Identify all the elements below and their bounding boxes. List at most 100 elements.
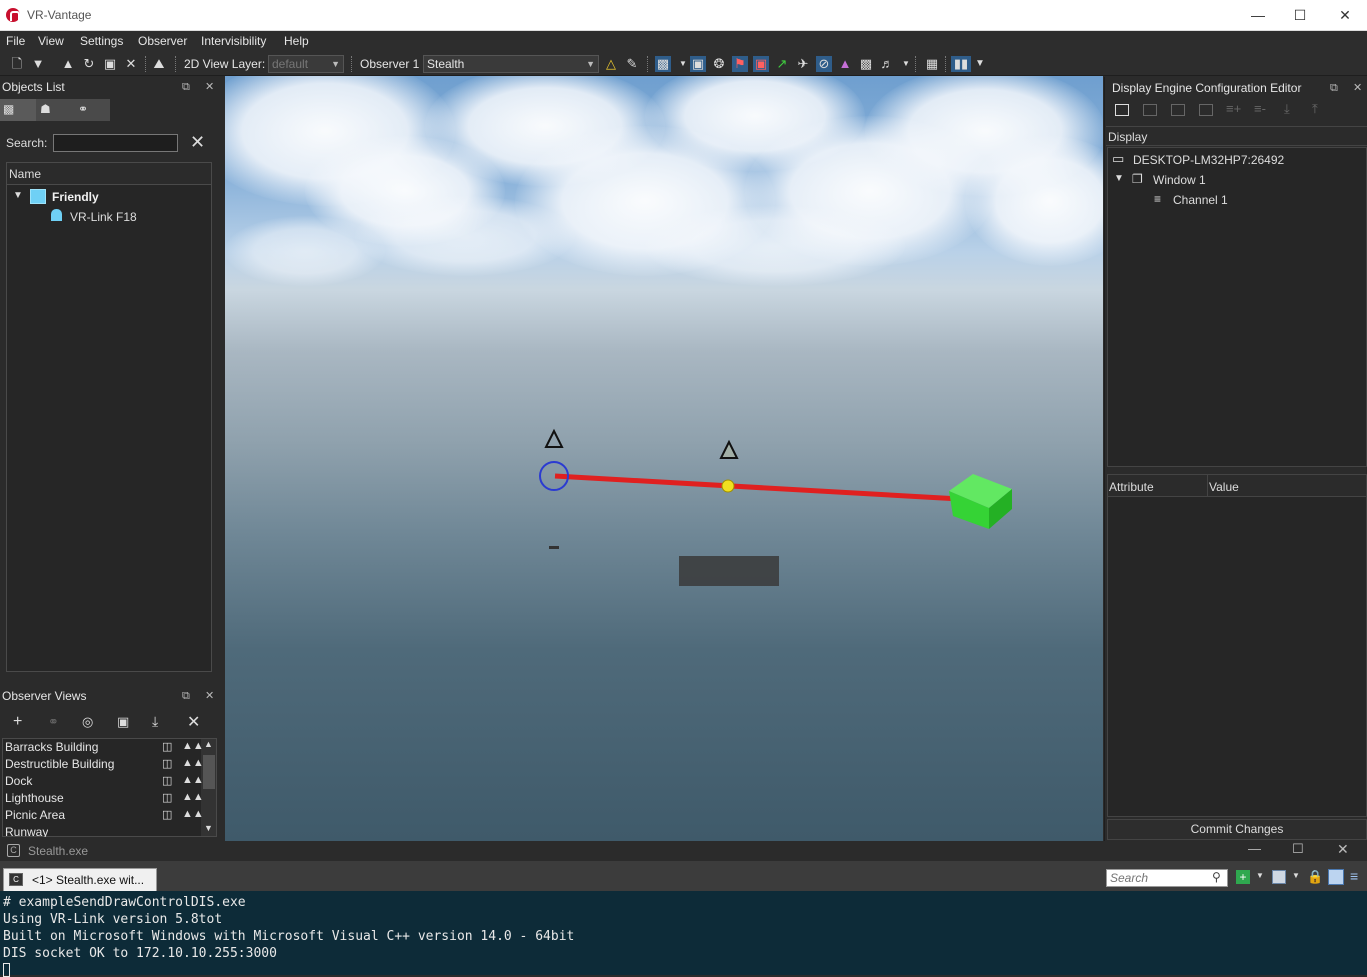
copy-icon[interactable] bbox=[1199, 104, 1213, 116]
sensor-cone-icon[interactable]: ▲ bbox=[837, 56, 853, 72]
object-search-input[interactable] bbox=[53, 134, 178, 152]
tree-channel-1[interactable]: Channel 1 bbox=[1173, 193, 1228, 207]
terrain-view-icon[interactable]: ▲▲ bbox=[182, 757, 204, 769]
export-icon[interactable]: ⤒ bbox=[1312, 101, 1318, 117]
minimize-button[interactable]: — bbox=[1235, 4, 1281, 26]
split-view-icon[interactable] bbox=[1328, 869, 1344, 885]
menu-icon[interactable]: ≡ bbox=[1350, 868, 1358, 884]
sound-dropdown-icon[interactable]: ▼ bbox=[898, 56, 914, 72]
value-column-header[interactable]: Value bbox=[1209, 480, 1239, 494]
add-view-icon[interactable]: + bbox=[13, 713, 22, 731]
hide-icon[interactable]: ◎ bbox=[82, 714, 93, 730]
tree-group-friendly[interactable]: Friendly bbox=[52, 190, 99, 204]
measure-icon[interactable]: ✎ bbox=[624, 56, 640, 72]
display-editor-close-icon[interactable]: ✕ bbox=[1353, 81, 1362, 94]
fit-view-icon[interactable]: ▣ bbox=[690, 56, 706, 72]
observers-tab[interactable]: ⚭ bbox=[72, 99, 110, 121]
console-search-input[interactable] bbox=[1106, 869, 1228, 887]
commit-changes-button[interactable]: Commit Changes bbox=[1107, 819, 1367, 840]
targets-icon[interactable]: ❂ bbox=[711, 56, 727, 72]
observer-view-item[interactable]: Picnic Area bbox=[5, 808, 65, 822]
draw-line[interactable] bbox=[554, 473, 961, 502]
console-output[interactable]: # exampleSendDrawControlDIS.exe Using VR… bbox=[0, 891, 1367, 977]
add-channel-icon[interactable]: ≡+ bbox=[1226, 101, 1241, 116]
new-file-icon[interactable]: 🗋 bbox=[9, 56, 25, 72]
menu-file[interactable]: File bbox=[6, 34, 25, 48]
no-signal-icon[interactable]: ⊘ bbox=[816, 56, 832, 72]
focus-icon[interactable]: ▣ bbox=[117, 714, 129, 730]
console-close-button[interactable]: ✕ bbox=[1337, 841, 1349, 858]
chevron-down-icon[interactable]: ▼ bbox=[1114, 173, 1124, 184]
flag-icon[interactable]: ⚑ bbox=[732, 56, 748, 72]
refresh-icon[interactable]: ↻ bbox=[81, 56, 97, 72]
duplicate-icon[interactable] bbox=[1171, 104, 1185, 116]
3d-view-icon[interactable]: ◫ bbox=[162, 740, 172, 753]
menu-view[interactable]: View bbox=[38, 34, 64, 48]
import-icon[interactable]: ⤓ bbox=[1284, 101, 1290, 117]
menu-help[interactable]: Help bbox=[284, 34, 309, 48]
remove-window-icon[interactable] bbox=[1143, 104, 1157, 116]
lock-icon[interactable]: 🔒 bbox=[1307, 869, 1323, 885]
graph-icon[interactable]: ↗ bbox=[774, 56, 790, 72]
pyramid-icon[interactable]: △ bbox=[603, 56, 619, 72]
maximize-button[interactable]: ☐ bbox=[1277, 4, 1323, 26]
observer-view-item[interactable]: Runway bbox=[5, 825, 48, 837]
menu-settings[interactable]: Settings bbox=[80, 34, 123, 48]
layout-icon[interactable]: ▦ bbox=[924, 56, 940, 72]
3d-viewport[interactable] bbox=[225, 76, 1103, 841]
sound-icon[interactable]: ♬ bbox=[879, 56, 895, 72]
console-tab[interactable]: C <1> Stealth.exe wit... bbox=[3, 868, 157, 891]
download-icon[interactable]: ⤓ bbox=[152, 713, 158, 730]
console-maximize-button[interactable]: ☐ bbox=[1292, 841, 1304, 857]
view-mode-dropdown-icon[interactable]: ▼ bbox=[1292, 871, 1300, 880]
observer-views-scrollbar[interactable]: ▲ ▼ bbox=[201, 739, 216, 836]
observer-views-undock-icon[interactable]: ⧉ bbox=[182, 690, 190, 703]
close-scenario-icon[interactable]: ✕ bbox=[123, 56, 139, 72]
3d-view-icon[interactable]: ◫ bbox=[162, 757, 172, 770]
clear-search-icon[interactable]: ✕ bbox=[190, 132, 205, 153]
observer-view-item[interactable]: Lighthouse bbox=[5, 791, 64, 805]
link-icon[interactable]: ⚭ bbox=[48, 714, 59, 730]
car-icon[interactable]: ▩ bbox=[858, 56, 874, 72]
close-button[interactable]: ✕ bbox=[1322, 4, 1367, 26]
buildings-tab[interactable]: ☗ bbox=[36, 99, 72, 121]
3d-view-icon[interactable]: ◫ bbox=[162, 791, 172, 804]
3d-view-icon[interactable]: ◫ bbox=[162, 774, 172, 787]
panel-toggle-icon[interactable]: ▮▮ bbox=[951, 56, 971, 72]
add-window-icon[interactable] bbox=[1115, 104, 1129, 116]
scroll-up-icon[interactable]: ▲ bbox=[204, 739, 213, 749]
open-folder-icon[interactable]: ▼ bbox=[30, 56, 46, 72]
midpoint-marker[interactable] bbox=[721, 479, 735, 493]
route-icon[interactable]: ▣ bbox=[753, 56, 769, 72]
vehicles-tab[interactable]: ▩ bbox=[0, 99, 36, 121]
terrain-icon[interactable]: ▲ bbox=[60, 56, 76, 72]
scroll-thumb[interactable] bbox=[203, 755, 215, 789]
observer-mode-select[interactable]: Stealth ▼ bbox=[423, 55, 599, 73]
delete-view-icon[interactable]: ✕ bbox=[187, 712, 200, 732]
console-minimize-button[interactable]: — bbox=[1248, 841, 1261, 856]
tree-display-host[interactable]: DESKTOP-LM32HP7:26492 bbox=[1133, 153, 1284, 167]
terrain-view-icon[interactable]: ▲▲ bbox=[182, 774, 204, 786]
undock-icon[interactable]: ⧉ bbox=[182, 81, 190, 94]
3d-view-icon[interactable]: ◫ bbox=[162, 808, 172, 821]
tree-window-1[interactable]: Window 1 bbox=[1153, 173, 1206, 187]
aircraft-icon[interactable]: ✈ bbox=[795, 56, 811, 72]
menu-intervisibility[interactable]: Intervisibility bbox=[201, 34, 266, 48]
new-tab-dropdown-icon[interactable]: ▼ bbox=[1256, 871, 1264, 880]
observer-views-close-icon[interactable]: ✕ bbox=[205, 689, 214, 702]
panel-toggle-dropdown-icon[interactable]: ▼ bbox=[972, 56, 988, 72]
chevron-down-icon[interactable]: ▼ bbox=[13, 190, 23, 201]
observer-view-item[interactable]: Barracks Building bbox=[5, 740, 98, 754]
observer-view-item[interactable]: Destructible Building bbox=[5, 757, 114, 771]
save-icon[interactable]: ▣ bbox=[102, 56, 118, 72]
terrain-view-icon[interactable]: ▲▲ bbox=[182, 740, 204, 752]
scroll-down-icon[interactable]: ▼ bbox=[204, 823, 213, 833]
vehicle-view-dropdown-icon[interactable]: ▼ bbox=[675, 56, 691, 72]
panel-close-icon[interactable]: ✕ bbox=[205, 80, 214, 93]
menu-observer[interactable]: Observer bbox=[138, 34, 187, 48]
terrain-view-icon[interactable]: ▲▲ bbox=[182, 808, 204, 820]
display-editor-undock-icon[interactable]: ⧉ bbox=[1330, 82, 1338, 95]
name-column-header[interactable]: Name bbox=[7, 163, 211, 185]
view-mode-icon[interactable] bbox=[1272, 870, 1286, 884]
view-layer-select[interactable]: default ▼ bbox=[268, 55, 344, 73]
